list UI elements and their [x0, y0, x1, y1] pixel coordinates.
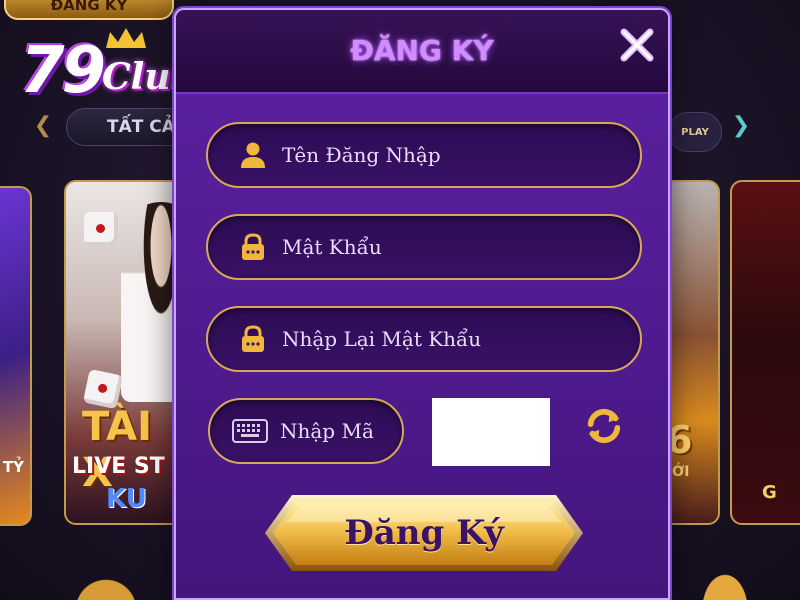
captcha-field[interactable]	[208, 398, 404, 464]
top-register-tab-label: ĐĂNG KÝ	[50, 0, 128, 14]
logo-number: 79	[20, 34, 106, 108]
username-input[interactable]	[282, 143, 602, 167]
game-card-sub: ỚI	[672, 464, 690, 480]
game-card-brand: KU	[106, 484, 147, 514]
register-modal: ĐĂNG KÝ Tên Đăng Nhập Nhập Mã Đăng Ký	[174, 8, 670, 600]
game-card-right-2[interactable]: G	[730, 180, 800, 525]
modal-header: ĐĂNG KÝ	[176, 10, 668, 94]
category-tab-label: TẤT CẢ	[107, 117, 175, 137]
password-input[interactable]	[282, 235, 602, 259]
dice-icon	[84, 212, 118, 246]
confirm-password-input[interactable]	[282, 327, 602, 351]
refresh-captcha-button[interactable]	[580, 402, 628, 450]
trophy-icon	[680, 540, 770, 600]
confirm-password-field[interactable]	[206, 306, 642, 372]
game-card-left-label: TỶ	[2, 458, 24, 476]
crown-icon	[106, 28, 146, 48]
game-card-right-2-label: G	[762, 482, 777, 503]
play-badge-label: PLAY	[681, 126, 709, 138]
lock-icon	[242, 325, 264, 352]
play-badge[interactable]: PLAY	[668, 112, 722, 152]
lock-icon	[242, 233, 264, 260]
register-submit-label: Đăng Ký	[344, 513, 504, 553]
chevron-right-icon[interactable]: ❯	[728, 112, 754, 138]
game-card-subtitle: LIVE ST	[72, 454, 165, 479]
modal-title: ĐĂNG KÝ	[350, 34, 494, 67]
captcha-input[interactable]	[280, 419, 390, 443]
close-icon	[620, 28, 654, 62]
bottom-decoration-left	[36, 540, 176, 600]
close-button[interactable]	[614, 22, 660, 68]
top-register-tab[interactable]: ĐĂNG KÝ	[4, 0, 174, 20]
user-icon	[241, 142, 265, 168]
password-field[interactable]	[206, 214, 642, 280]
chevron-left-icon[interactable]: ❮	[30, 112, 56, 138]
keyboard-icon	[232, 419, 268, 443]
game-card-left[interactable]: TỶ	[0, 186, 32, 526]
username-field[interactable]	[206, 122, 642, 188]
captcha-image	[432, 398, 550, 466]
register-submit-button[interactable]: Đăng Ký	[262, 492, 586, 574]
refresh-icon	[587, 408, 621, 444]
